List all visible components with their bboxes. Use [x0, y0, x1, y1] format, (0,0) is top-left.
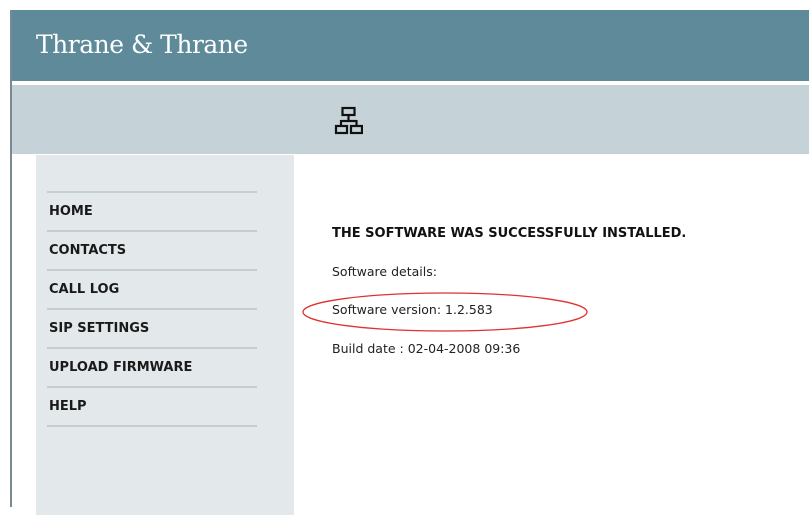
sidebar-item-sip-settings[interactable]: SIP SETTINGS — [47, 308, 257, 347]
sidebar-item-home[interactable]: HOME — [47, 191, 257, 230]
sidebar-item-upload-firmware[interactable]: UPLOAD FIRMWARE — [47, 347, 257, 386]
sidebar-item-contacts[interactable]: CONTACTS — [47, 230, 257, 269]
header-banner: Thrane & Thrane — [12, 10, 809, 81]
sidebar: HOME CONTACTS CALL LOG SIP SETTINGS UPLO… — [36, 155, 294, 515]
network-icon — [334, 106, 363, 135]
sidebar-item-call-log[interactable]: CALL LOG — [47, 269, 257, 308]
icon-bar — [12, 85, 809, 154]
sidebar-nav: HOME CONTACTS CALL LOG SIP SETTINGS UPLO… — [47, 191, 257, 427]
brand-logo: Thrane & Thrane — [36, 30, 248, 59]
software-details-label: Software details: — [332, 264, 437, 279]
highlight-ellipse — [302, 292, 588, 332]
sidebar-item-help[interactable]: HELP — [47, 386, 257, 425]
sidebar-divider — [47, 425, 257, 427]
build-date-text: Build date : 02-04-2008 09:36 — [332, 341, 521, 356]
success-message: THE SOFTWARE WAS SUCCESSFULLY INSTALLED. — [332, 226, 687, 241]
